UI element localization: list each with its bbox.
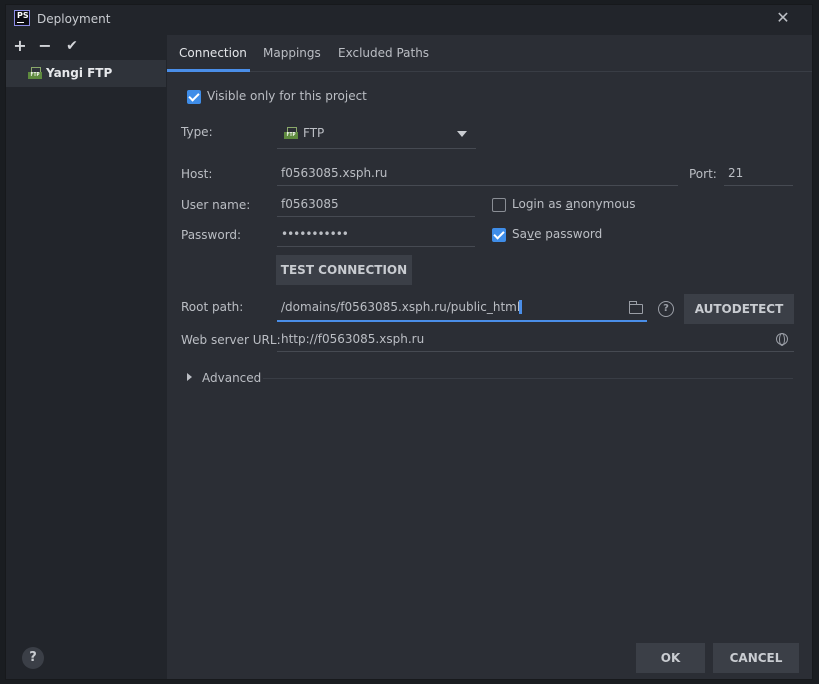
host-label: Host: [181, 167, 213, 181]
advanced-section-toggle[interactable]: Advanced [202, 371, 261, 385]
set-default-checkmark-icon[interactable]: ✔ [64, 37, 80, 55]
app-logo-text: PS [17, 11, 29, 20]
phpstorm-logo-icon: PS [14, 10, 30, 26]
ftp-server-icon: FTP [28, 67, 43, 80]
save-pw-text-post: e password [534, 227, 603, 241]
login-anon-text-post: nonymous [572, 197, 636, 211]
root-path-text: /domains/f0563085.xsph.ru/public_html [281, 300, 521, 314]
save-pw-text-pre: Sa [512, 227, 527, 241]
autodetect-button[interactable]: AUTODETECT [684, 294, 794, 324]
login-anonymous-label: Login as anonymous [512, 197, 636, 211]
visible-only-checkbox[interactable] [187, 90, 201, 104]
deployment-dialog: PS Deployment ✕ + − ✔ FTP Yangi FTP Conn… [5, 4, 813, 680]
root-path-input-value: /domains/f0563085.xsph.ru/public_html [281, 300, 523, 314]
test-connection-button[interactable]: TEST CONNECTION [276, 255, 412, 285]
window-title: Deployment [37, 12, 111, 26]
password-label: Password: [181, 228, 242, 242]
sidebar-toolbar: + − ✔ [6, 35, 166, 59]
remove-server-icon[interactable]: − [37, 37, 53, 55]
close-icon[interactable]: ✕ [776, 10, 790, 26]
type-select-value: FTP [303, 126, 325, 140]
host-input-value: f0563085.xsph.ru [281, 166, 388, 180]
active-tab-indicator [167, 69, 250, 72]
username-input[interactable]: f0563085 [277, 193, 475, 217]
web-server-url-input[interactable]: http://f0563085.xsph.ru [277, 328, 794, 352]
globe-icon[interactable] [776, 333, 788, 346]
tab-connection[interactable]: Connection [179, 46, 247, 60]
ftp-type-icon: FTP [284, 127, 299, 140]
web-server-url-label: Web server URL: [181, 333, 281, 347]
root-path-label: Root path: [181, 300, 244, 314]
text-cursor [519, 300, 523, 314]
help-button[interactable]: ? [22, 647, 44, 669]
port-input[interactable]: 21 [724, 162, 793, 186]
visible-only-label: Visible only for this project [207, 89, 367, 103]
sidebar-item-label: Yangi FTP [46, 66, 113, 80]
login-anon-mnemonic: a [565, 197, 573, 211]
password-input-value: ••••••••••• [281, 227, 349, 241]
username-label: User name: [181, 198, 251, 212]
server-list-sidebar: + − ✔ FTP Yangi FTP [6, 35, 166, 679]
sidebar-item-yangi-ftp[interactable]: FTP Yangi FTP [6, 60, 166, 87]
login-anon-text-pre: Login as [512, 197, 566, 211]
tab-mappings[interactable]: Mappings [263, 46, 321, 60]
cancel-button[interactable]: CANCEL [713, 643, 799, 673]
username-input-value: f0563085 [281, 197, 339, 211]
chevron-right-icon[interactable] [187, 373, 192, 381]
folder-icon[interactable] [629, 301, 643, 314]
chevron-down-icon [457, 131, 467, 137]
type-label: Type: [181, 125, 213, 139]
root-path-input[interactable]: /domains/f0563085.xsph.ru/public_html [277, 295, 647, 322]
type-select[interactable]: FTP FTP [277, 120, 476, 149]
web-server-url-value: http://f0563085.xsph.ru [281, 332, 425, 346]
password-input[interactable]: ••••••••••• [277, 223, 475, 247]
advanced-divider [263, 378, 793, 379]
add-server-icon[interactable]: + [12, 37, 28, 55]
tab-bar: Connection Mappings Excluded Paths [167, 35, 812, 72]
port-label: Port: [689, 167, 717, 181]
port-input-value: 21 [728, 166, 744, 180]
host-input[interactable]: f0563085.xsph.ru [277, 162, 678, 186]
title-bar: PS Deployment ✕ [6, 5, 812, 35]
login-anonymous-checkbox[interactable] [492, 198, 506, 212]
save-password-label: Save password [512, 227, 602, 241]
connection-panel: Connection Mappings Excluded Paths Visib… [22, 35, 812, 679]
ok-button[interactable]: OK [636, 643, 705, 673]
help-icon[interactable]: ? [658, 301, 674, 317]
save-password-checkbox[interactable] [492, 228, 506, 242]
tab-excluded-paths[interactable]: Excluded Paths [338, 46, 429, 60]
